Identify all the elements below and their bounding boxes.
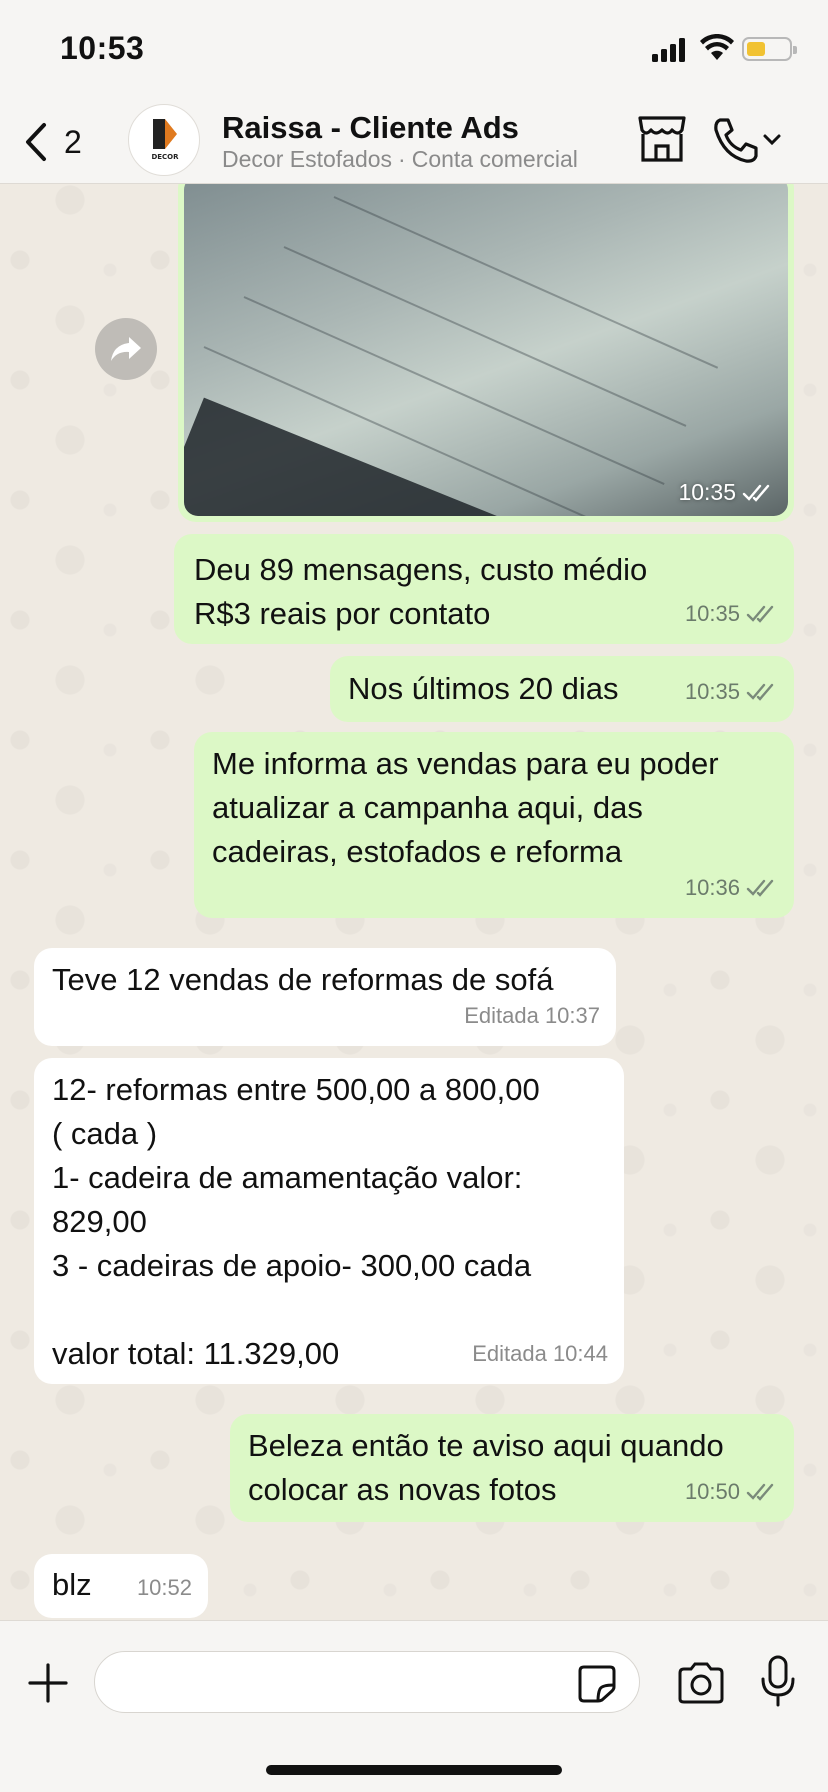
- back-button[interactable]: 2: [22, 118, 102, 166]
- home-indicator[interactable]: [266, 1765, 562, 1775]
- message-line: 3 - cadeiras de apoio- 300,00 cada: [52, 1248, 532, 1283]
- status-bar: 10:53: [0, 0, 828, 100]
- outgoing-message[interactable]: Deu 89 mensagens, custo médio R$3 reais …: [174, 534, 794, 644]
- message-text: Beleza então te aviso aqui quando coloca…: [248, 1428, 724, 1507]
- message-meta: 10:36: [685, 866, 778, 910]
- phone-icon[interactable]: [712, 116, 758, 164]
- business-name: Decor Estofados: [222, 146, 393, 172]
- avatar[interactable]: DECOR: [128, 104, 200, 176]
- message-text: Me informa as vendas para eu poder atual…: [212, 746, 719, 869]
- message-input[interactable]: [94, 1651, 640, 1713]
- unread-count: 2: [64, 123, 82, 160]
- image-timestamp: 10:35: [678, 479, 774, 506]
- microphone-icon[interactable]: [760, 1655, 796, 1709]
- cellular-signal-icon: [652, 38, 688, 62]
- camera-icon[interactable]: [676, 1661, 726, 1705]
- chat-header: 2 DECOR Raissa - Cliente Ads Decor Estof…: [0, 100, 828, 184]
- screenshot-photo[interactable]: 10:35: [184, 176, 788, 516]
- store-icon[interactable]: [636, 114, 688, 164]
- message-text: Deu 89 mensagens, custo médio R$3 reais …: [194, 552, 648, 631]
- message-text: blz: [52, 1567, 92, 1602]
- composer-bar: [0, 1620, 828, 1792]
- message-meta: 10:50: [685, 1470, 778, 1514]
- share-arrow-icon: [111, 337, 141, 361]
- message-meta: Editada 10:44: [472, 1341, 608, 1366]
- read-receipt-icon: [742, 484, 770, 502]
- message-line: ( cada ): [52, 1116, 158, 1151]
- outgoing-message[interactable]: Beleza então te aviso aqui quando coloca…: [230, 1414, 794, 1522]
- chevron-down-icon[interactable]: [762, 130, 782, 150]
- wifi-icon: [700, 34, 734, 60]
- read-receipt-icon: [746, 683, 774, 701]
- read-receipt-icon: [746, 605, 774, 623]
- contact-subtitle: Decor Estofados · Conta comercial: [222, 146, 578, 172]
- sticker-icon[interactable]: [576, 1663, 618, 1703]
- message-meta: 10:35: [685, 592, 778, 636]
- outgoing-message[interactable]: Me informa as vendas para eu poder atual…: [194, 732, 794, 918]
- chevron-left-icon: [26, 123, 46, 161]
- message-line: 12- reformas entre 500,00 a 800,00: [52, 1072, 540, 1107]
- incoming-message[interactable]: Teve 12 vendas de reformas de sofá Edita…: [34, 948, 616, 1046]
- message-meta: 10:52: [136, 1575, 192, 1600]
- message-line: 1- cadeira de amamentação valor:: [52, 1160, 523, 1195]
- account-type: Conta comercial: [411, 146, 578, 172]
- monitor-bezel: [184, 397, 631, 516]
- clock: 10:53: [60, 30, 145, 66]
- message-line: 829,00: [52, 1204, 147, 1239]
- message-text: Teve 12 vendas de reformas de sofá: [52, 962, 554, 997]
- image-message[interactable]: 10:35: [178, 170, 794, 522]
- message-meta: 10:35: [685, 670, 778, 714]
- contact-name[interactable]: Raissa - Cliente Ads: [222, 110, 519, 146]
- battery-icon: [742, 37, 797, 61]
- read-receipt-icon: [746, 879, 774, 897]
- svg-text:DECOR: DECOR: [151, 153, 179, 161]
- message-text: Nos últimos 20 dias: [348, 671, 619, 706]
- outgoing-message[interactable]: Nos últimos 20 dias 10:35: [330, 656, 794, 722]
- incoming-message[interactable]: 12- reformas entre 500,00 a 800,00 ( cad…: [34, 1058, 624, 1384]
- message-meta: Editada 10:37: [464, 1003, 600, 1028]
- decor-logo-icon: DECOR: [151, 119, 179, 161]
- read-receipt-icon: [746, 1483, 774, 1501]
- forward-button[interactable]: [95, 318, 157, 380]
- incoming-message[interactable]: blz 10:52: [34, 1554, 208, 1618]
- plus-icon[interactable]: [26, 1661, 70, 1705]
